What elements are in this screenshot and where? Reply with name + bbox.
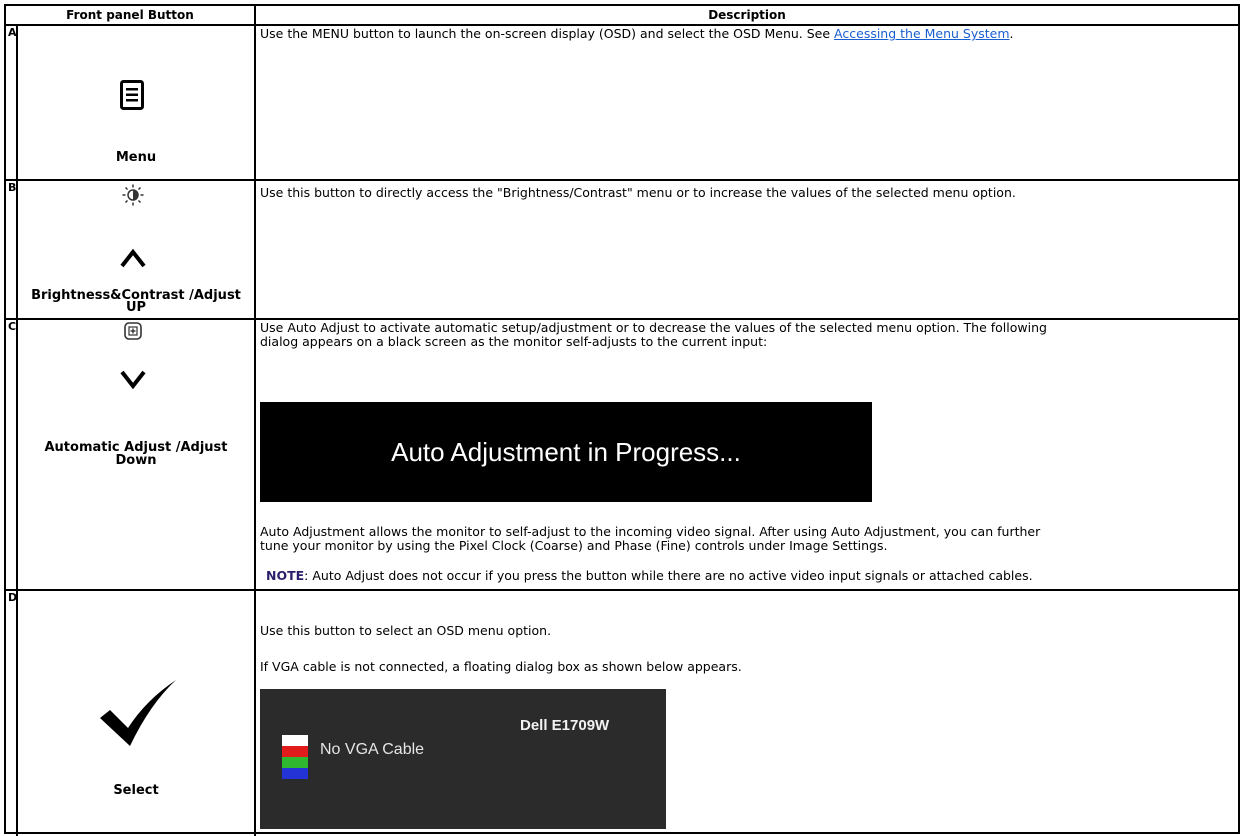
row-a-desc-end: . [1009,26,1014,41]
row-d-button-cell: Select [18,591,254,831]
menu-icon [120,80,144,110]
header-description: Description [708,8,786,22]
row-d-desc-2: If VGA cable is not connected, a floatin… [260,659,742,674]
row-c-desc2-line2: tune your monitor by using the Pixel Clo… [260,538,888,553]
chevron-up-icon [120,248,146,268]
chevron-down-icon [120,370,146,390]
note-text: : Auto Adjust does not occur if you pres… [304,568,1033,583]
select-label: Select [113,783,159,798]
row-c-description: Use Auto Adjust to activate automatic se… [260,321,1047,349]
no-vga-cable-text: No VGA Cable [320,741,425,758]
row-c-desc-line1: Use Auto Adjust to activate automatic se… [260,320,1047,335]
auto-label-line2: Down [115,453,157,468]
header-front-panel-button: Front panel Button [66,8,194,22]
auto-adjust-osd-text: Auto Adjustment in Progress... [391,436,741,467]
column-divider [254,6,256,836]
row-d-desc-1: Use this button to select an OSD menu op… [260,623,552,638]
row-a-button-cell: Menu [18,26,254,179]
row-a-desc-text: Use the MENU button to launch the on-scr… [260,26,835,41]
row-c-note: NOTE: Auto Adjust does not occur if you … [266,569,1033,583]
row-c-desc-line2: dialog appears on a black screen as the … [260,334,768,349]
note-label: NOTE [266,568,305,583]
no-vga-cable-osd-dialog: No VGA Cable Dell E1709W [260,689,666,829]
brightness-contrast-icon [122,184,144,206]
automatic-adjust-label: Automatic Adjust /Adjust Down [18,441,254,467]
row-letter: C [8,320,17,333]
row-b-description: Use this button to directly access the "… [260,185,1016,200]
color-bars-icon [282,735,308,779]
row-letter: A [8,26,17,39]
row-b-button-cell: Brightness&Contrast /Adjust UP [18,181,254,318]
auto-adjust-icon [124,322,142,340]
menu-label: Menu [115,150,157,165]
checkmark-icon [100,680,176,746]
brightness-contrast-label: Brightness&Contrast /Adjust UP [18,289,254,314]
accessing-menu-system-link[interactable]: Accessing the Menu System [834,26,1010,41]
row-letter: D [8,591,18,604]
row-letter: B [8,181,17,194]
osd-model-name: Dell E1709W [520,717,610,734]
row-a-description: Use the MENU button to launch the on-scr… [260,27,1014,41]
row-c-button-cell: Automatic Adjust /Adjust Down [18,320,254,589]
row-c-description-2: Auto Adjustment allows the monitor to se… [260,525,1040,553]
auto-adjust-osd-dialog: Auto Adjustment in Progress... [260,402,872,502]
button-table: Front panel Button Description A Menu Us… [4,4,1240,836]
row-c-desc2-line1: Auto Adjustment allows the monitor to se… [260,524,1041,539]
